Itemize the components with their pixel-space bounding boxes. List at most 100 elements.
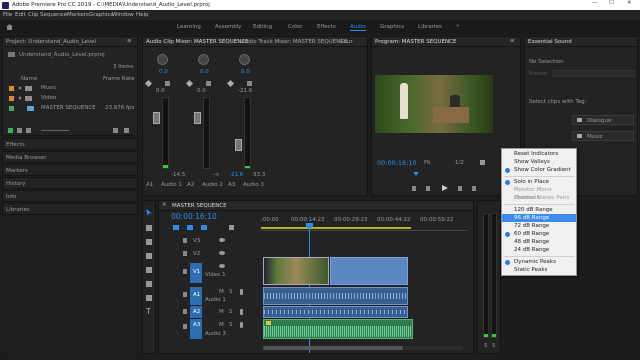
workspace-graphics[interactable]: Graphics (380, 24, 404, 30)
track-id[interactable]: A2 (193, 309, 200, 315)
snap-icon[interactable] (173, 225, 179, 230)
music-clip[interactable] (263, 319, 413, 339)
menu-graphics[interactable]: Graphics (89, 12, 113, 18)
context-menu-item[interactable]: 60 dB Range (502, 230, 576, 238)
pen-tool-icon[interactable] (146, 281, 152, 287)
col-rate-header[interactable]: Frame Rate (103, 76, 135, 82)
effects-panel-tab[interactable]: Effects (2, 138, 138, 150)
workspace-assembly[interactable]: Assembly (215, 24, 242, 30)
track-id[interactable]: V3 (193, 238, 200, 244)
workspace-editing[interactable]: Editing (253, 24, 272, 30)
audio-clip[interactable] (263, 287, 408, 305)
play-icon[interactable] (442, 185, 448, 191)
media-browser-panel-tab[interactable]: Media Browser (2, 151, 138, 163)
track-id[interactable]: V2 (193, 251, 200, 257)
selection-tool-icon[interactable] (146, 209, 152, 216)
zoom-slider[interactable] (41, 130, 69, 131)
project-panel-title[interactable]: Project: Understand_Audio_Level (6, 39, 96, 45)
list-item[interactable]: MASTER SEQUENCE 23.976 fps (5, 104, 135, 113)
mute-button[interactable]: M (219, 289, 224, 295)
eye-icon[interactable] (219, 264, 225, 268)
timeline-timecode[interactable]: 00:00:16:10 (171, 212, 217, 221)
track-id[interactable]: V1 (193, 269, 200, 275)
menu-clip[interactable]: Clip (28, 12, 38, 18)
preset-dropdown[interactable] (553, 70, 635, 77)
work-area-bar[interactable] (261, 227, 411, 229)
pan-value[interactable]: 0.0 (241, 69, 250, 75)
timeline-settings-icon[interactable] (229, 225, 234, 230)
mute-icon[interactable] (206, 81, 211, 86)
workspace-overflow-icon[interactable]: » (456, 23, 459, 29)
resolution-dropdown[interactable]: 1/2 (455, 160, 464, 166)
context-menu-item[interactable]: Solo in Place (502, 178, 576, 186)
minimize-button[interactable]: — (592, 0, 598, 6)
wrench-icon[interactable] (480, 160, 485, 165)
info-panel-tab[interactable]: Info (2, 190, 138, 202)
mic-icon[interactable] (240, 322, 243, 328)
trash-icon[interactable] (124, 128, 129, 133)
track-select-tool-icon[interactable] (146, 225, 152, 231)
linked-selection-icon[interactable] (187, 225, 193, 230)
pan-value[interactable]: 0.0 (159, 69, 168, 75)
playhead-marker-icon[interactable] (413, 172, 419, 176)
context-menu-item[interactable]: Show Valleys (502, 158, 576, 166)
track-header-v2[interactable]: V2 (173, 248, 259, 260)
workspace-libraries[interactable]: Libraries (418, 24, 442, 30)
lock-icon[interactable] (183, 238, 187, 243)
channel-gain-value[interactable]: 0.0 (156, 88, 165, 94)
context-menu-item[interactable]: 120 dB Range (502, 206, 576, 214)
solo-button[interactable]: S (229, 289, 233, 295)
solo-right-button[interactable]: S (492, 343, 496, 349)
pan-knob[interactable] (157, 54, 168, 65)
volume-fader[interactable] (194, 112, 201, 124)
context-menu-item[interactable]: 96 dB Range (502, 214, 576, 222)
add-marker-icon[interactable] (201, 225, 207, 230)
list-item[interactable]: Video (5, 94, 135, 103)
panel-menu-icon[interactable]: ≡ (510, 38, 515, 44)
time-ruler[interactable]: :00:00 00:00:14:23 00:00:29:23 00:00:44:… (261, 215, 467, 231)
mute-button[interactable]: M (219, 309, 224, 315)
lock-icon[interactable] (183, 269, 187, 274)
pan-value[interactable]: 0.0 (200, 69, 209, 75)
ripple-edit-tool-icon[interactable] (146, 239, 152, 245)
menu-file[interactable]: File (3, 12, 12, 18)
context-menu-item[interactable]: Static Peaks (502, 266, 576, 274)
pan-knob[interactable] (239, 54, 250, 65)
context-menu-item[interactable]: 24 dB Range (502, 246, 576, 254)
mute-icon[interactable] (247, 81, 252, 86)
timeline-scrollbar[interactable] (263, 346, 463, 350)
volume-fader[interactable] (153, 112, 160, 124)
new-item-icon[interactable] (113, 128, 118, 133)
context-menu-item[interactable]: 72 dB Range (502, 222, 576, 230)
context-menu-item[interactable]: Dynamic Peaks (502, 258, 576, 266)
workspace-effects[interactable]: Effects (317, 24, 336, 30)
menu-help[interactable]: Help (136, 12, 149, 18)
hand-tool-icon[interactable] (146, 295, 152, 301)
video-clip[interactable] (330, 257, 408, 285)
step-forward-icon[interactable] (472, 186, 476, 191)
mute-button[interactable]: M (219, 322, 224, 328)
dialogue-button[interactable]: Dialogue (572, 115, 634, 125)
history-panel-tab[interactable]: History (2, 177, 138, 189)
lock-icon[interactable] (183, 309, 187, 314)
eye-icon[interactable] (219, 251, 225, 255)
workspace-audio[interactable]: Audio (350, 24, 366, 31)
music-button[interactable]: Music (572, 131, 634, 141)
type-tool-icon[interactable]: T (146, 307, 151, 316)
menu-sequence[interactable]: Sequence (40, 12, 67, 18)
tab-audio-track-mixer[interactable]: Audio Track Mixer: MASTER SEQUENCE (241, 39, 348, 45)
lock-icon[interactable] (183, 251, 187, 256)
list-view-icon[interactable] (17, 128, 22, 133)
pan-knob[interactable] (198, 54, 209, 65)
panel-menu-icon[interactable]: ≡ (127, 38, 132, 44)
track-header-a1[interactable]: A1 M S Audio 1 (173, 287, 259, 305)
step-back-icon[interactable] (412, 186, 416, 191)
tab-audio-clip-mixer[interactable]: Audio Clip Mixer: MASTER SEQUENCE (146, 39, 249, 45)
close-button[interactable]: ✕ (627, 0, 632, 6)
libraries-panel-tab[interactable]: Libraries (2, 203, 138, 215)
menu-window[interactable]: Window (112, 12, 134, 18)
context-menu-item[interactable]: Show Color Gradient (502, 166, 576, 174)
mic-icon[interactable] (240, 289, 243, 295)
program-monitor-title[interactable]: Program: MASTER SEQUENCE (375, 39, 456, 45)
fit-dropdown[interactable]: Fit (424, 160, 430, 166)
